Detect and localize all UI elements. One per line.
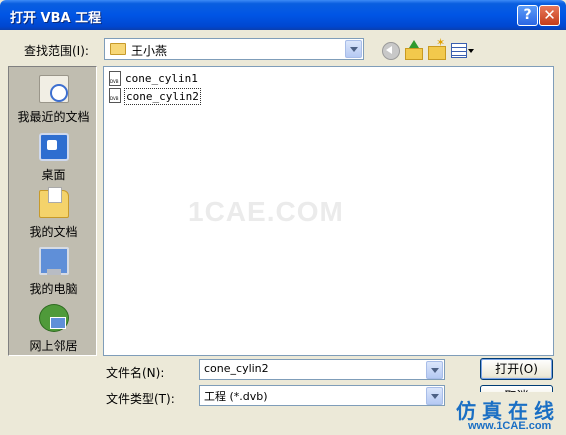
place-recent-documents[interactable]: 我最近的文档 [9,71,98,127]
dvb-file-icon [109,88,121,103]
corner-logo: 仿真在线 www.1CAE.com [446,392,566,435]
watermark: 1CAE.COM [188,196,344,227]
filename-input[interactable]: cone_cylin2 [199,359,445,380]
recent-documents-icon [39,75,69,103]
lookin-label: 查找范围(I): [24,44,89,58]
close-button[interactable]: ✕ [539,5,560,26]
place-label: 网上邻居 [29,339,78,353]
view-menu-icon[interactable] [449,40,475,60]
my-documents-icon [39,187,69,218]
filetype-select[interactable]: 工程 (*.dvb) [199,385,445,406]
new-folder-icon[interactable] [426,36,446,60]
place-label: 我的电脑 [29,282,78,296]
desktop-icon [39,133,69,161]
network-places-icon [39,304,69,332]
filetype-value: 工程 (*.dvb) [204,390,268,403]
filetype-label: 文件类型(T): [106,392,175,406]
lookin-dropdown[interactable]: 王小燕 [104,38,364,60]
chevron-down-icon[interactable] [426,361,443,379]
logo-url: www.1CAE.com [468,420,552,432]
up-folder-icon[interactable] [403,40,423,60]
lookin-value: 王小燕 [131,44,168,58]
filename-value: cone_cylin2 [204,362,269,375]
open-button[interactable]: 打开(O) [480,358,553,380]
my-computer-icon [39,247,69,275]
places-bar: 我最近的文档 桌面 我的文档 我的电脑 网上邻居 [8,66,97,356]
file-name: cone_cylin1 [125,72,198,85]
place-label: 我的文档 [29,225,78,239]
place-network[interactable]: 网上邻居 [9,300,98,356]
file-name: cone_cylin2 [124,88,201,105]
window-title: 打开 VBA 工程 [10,11,102,26]
help-button[interactable]: ? [517,5,538,26]
chevron-down-icon[interactable] [426,387,443,405]
place-my-computer[interactable]: 我的电脑 [9,243,98,299]
dvb-file-icon [109,71,121,86]
folder-icon [110,43,126,55]
filename-label: 文件名(N): [106,366,165,380]
back-icon[interactable] [380,40,400,60]
chevron-down-icon[interactable] [345,40,362,58]
place-desktop[interactable]: 桌面 [9,129,98,185]
place-my-documents[interactable]: 我的文档 [9,186,98,242]
title-bar: 打开 VBA 工程 ? ✕ [0,0,566,30]
place-label: 桌面 [41,168,66,182]
place-label: 我最近的文档 [17,110,90,124]
